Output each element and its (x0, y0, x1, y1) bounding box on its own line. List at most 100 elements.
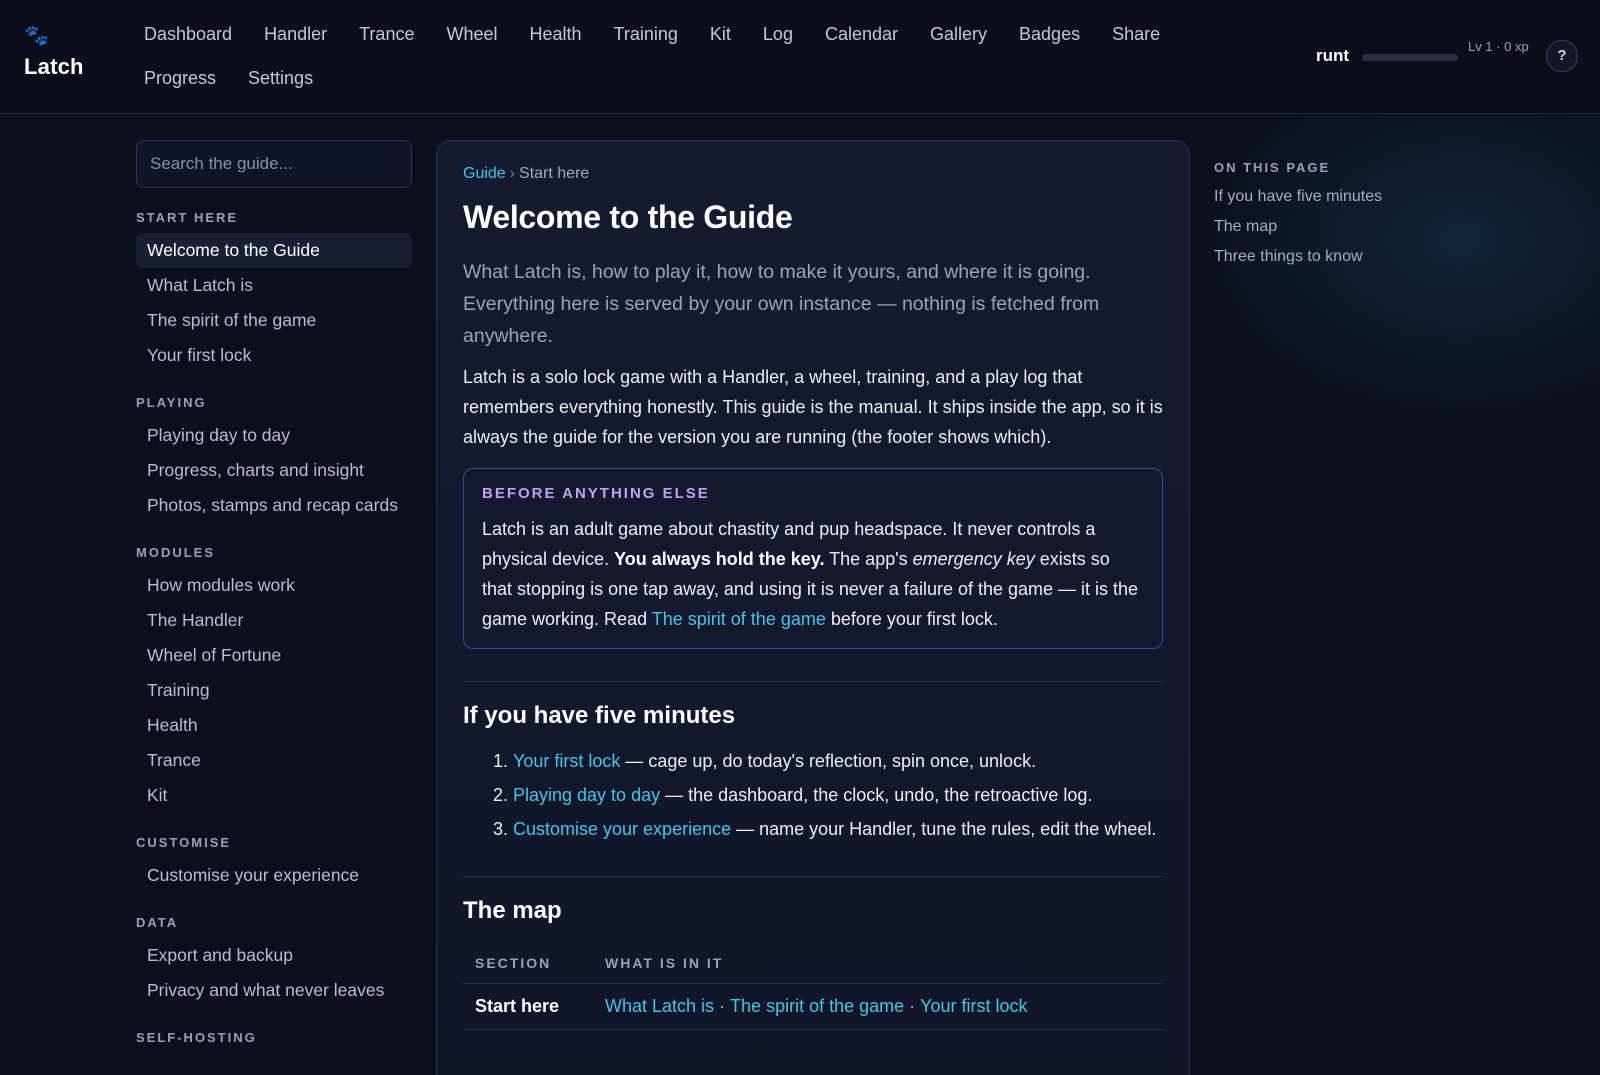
guide-sidebar: START HERE Welcome to the GuideWhat Latch… (136, 140, 412, 1053)
step-link[interactable]: Your first lock (513, 751, 620, 771)
sidebar-item[interactable]: Privacy and what never leaves (136, 973, 412, 1008)
table-row: Start here What Latch is · The spirit of t… (463, 983, 1163, 1030)
sidebar-group: START HERE Welcome to the Guide What Latch… (136, 210, 412, 373)
callout-spirit-link[interactable]: The spirit of the game (652, 609, 826, 629)
brand-name: Latch (24, 54, 84, 79)
step-text: — name your Handler, tune the rules, edi… (731, 819, 1157, 839)
nav-wheel[interactable]: Wheel (430, 14, 513, 54)
toc-item[interactable]: If you have five minutes (1214, 187, 1474, 207)
sidebar-item[interactable]: The spirit of the game (136, 303, 412, 338)
callout-italic: emergency key (912, 549, 1035, 569)
sidebar-item[interactable]: Kit (136, 778, 412, 813)
sidebar-group: MODULES How modules work The Handler Wheel … (136, 545, 412, 813)
sidebar-item[interactable]: Welcome to the Guide (136, 233, 412, 268)
sidebar-item[interactable]: Trance (136, 743, 412, 778)
callout-part: before your first lock. (825, 609, 998, 629)
sidebar-group-title: MODULES (136, 545, 215, 560)
nav-dashboard[interactable]: Dashboard (128, 14, 248, 54)
list-item: Playing day to day — the dashboard, the … (513, 780, 1163, 810)
brand[interactable]: 🐾 Latch (24, 26, 124, 80)
sidebar-group-title: DATA (136, 915, 179, 930)
sidebar-item[interactable]: What Latch is (136, 268, 412, 303)
sidebar-group-title: PLAYING (136, 395, 207, 410)
five-minutes-heading: If you have five minutes (463, 702, 736, 729)
step-link[interactable]: Playing day to day (513, 785, 660, 805)
five-minutes-steps: Your first lock — cage up, do today's re… (463, 746, 1163, 844)
user-status[interactable]: runt Lv 1 · 0 xp (1316, 36, 1546, 80)
callout-part: The app's (824, 549, 913, 569)
sidebar-item[interactable]: Playing day to day (136, 418, 412, 453)
sidebar-group-title: START HERE (136, 210, 239, 225)
map-section-cell: Start here (463, 983, 593, 1030)
page-lede: What Latch is, how to play it, how to ma… (463, 261, 1100, 347)
nav-health[interactable]: Health (514, 14, 598, 54)
sidebar-group: CUSTOMISE Customise your experience (136, 835, 412, 893)
on-this-page: ON THIS PAGE If you have five minutes Th… (1214, 160, 1474, 267)
sidebar-item[interactable]: Customise your experience (136, 858, 412, 893)
map-table: SECTION WHAT IS IN IT Start here What La… (463, 943, 1163, 1030)
paw-icon: 🐾 (24, 25, 49, 47)
toc-item[interactable]: The map (1214, 217, 1474, 237)
list-item: Your first lock — cage up, do today's re… (513, 746, 1163, 776)
sidebar-item[interactable]: Wheel of Fortune (136, 638, 412, 673)
sidebar-item[interactable]: Training (136, 673, 412, 708)
nav-trance[interactable]: Trance (343, 14, 430, 54)
nav-progress[interactable]: Progress (128, 58, 232, 98)
map-link[interactable]: The spirit of the game (730, 996, 904, 1016)
sidebar-group-title: CUSTOMISE (136, 835, 232, 850)
nav-calendar[interactable]: Calendar (809, 14, 914, 54)
sidebar-group: DATA Export and backup Privacy and what ne… (136, 915, 412, 1008)
step-text: — the dashboard, the clock, undo, the re… (660, 785, 1093, 805)
nav-training[interactable]: Training (598, 14, 694, 54)
map-link[interactable]: Your first lock (920, 996, 1027, 1016)
safety-callout: BEFORE ANYTHING ELSE Latch is an adult g… (463, 468, 1163, 649)
column-header: WHAT IS IN IT (593, 943, 1163, 984)
step-link[interactable]: Customise your experience (513, 819, 731, 839)
callout-text: Latch is an adult game about chastity an… (482, 514, 1144, 634)
list-item: Customise your experience — name your Ha… (513, 814, 1163, 844)
nav-kit[interactable]: Kit (694, 14, 747, 54)
sidebar-item[interactable]: The Handler (136, 603, 412, 638)
breadcrumb-separator: › (509, 165, 516, 182)
map-link[interactable]: What Latch is (605, 996, 714, 1016)
column-header: SECTION (463, 943, 593, 984)
help-button[interactable]: ? (1546, 40, 1578, 72)
sidebar-group: PLAYING Playing day to day Progress, chart… (136, 395, 412, 523)
sidebar-item[interactable]: Your first lock (136, 338, 412, 373)
nav-log[interactable]: Log (747, 14, 809, 54)
level-xp-text: Lv 1 · 0 xp (1468, 39, 1529, 54)
sidebar-groups: START HERE Welcome to the Guide What Latch… (136, 210, 412, 1045)
page-intro: Latch is a solo lock game with a Handler… (463, 367, 1163, 447)
user-name: runt (1316, 46, 1350, 65)
callout-title: BEFORE ANYTHING ELSE (482, 485, 710, 502)
sidebar-group: SELF-HOSTING (136, 1030, 412, 1045)
top-bar: 🐾 Latch Dashboard Handler Trance Wheel H… (0, 0, 1600, 114)
sidebar-item[interactable]: Progress, charts and insight (136, 453, 412, 488)
breadcrumb-guide-link[interactable]: Guide (463, 165, 506, 182)
breadcrumb: Guide › Start here (463, 165, 1163, 183)
toc-title: ON THIS PAGE (1214, 160, 1331, 175)
map-heading: The map (463, 897, 562, 924)
main-nav: Dashboard Handler Trance Wheel Health Tr… (128, 14, 1238, 98)
nav-handler[interactable]: Handler (248, 14, 343, 54)
link-separator: · (909, 996, 916, 1016)
sidebar-item[interactable]: Export and backup (136, 938, 412, 973)
nav-gallery[interactable]: Gallery (914, 14, 1003, 54)
guide-article: Guide › Start here Welcome to the Guide Wh… (436, 140, 1190, 1075)
nav-settings[interactable]: Settings (232, 58, 329, 98)
section-divider (463, 681, 1163, 682)
table-header-row: SECTION WHAT IS IN IT (463, 943, 1163, 984)
callout-bold: You always hold the key. (614, 549, 825, 569)
nav-badges[interactable]: Badges (1003, 14, 1096, 54)
toc-item[interactable]: Three things to know (1214, 247, 1474, 267)
sidebar-group-title: SELF-HOSTING (136, 1030, 257, 1045)
step-text: — cage up, do today's reflection, spin o… (620, 751, 1037, 771)
guide-search-input[interactable] (136, 140, 412, 188)
map-links-cell: What Latch is · The spirit of the game · You… (593, 983, 1163, 1030)
sidebar-item[interactable]: Health (136, 708, 412, 743)
section-divider (463, 876, 1163, 877)
link-separator: · (719, 996, 726, 1016)
sidebar-item[interactable]: How modules work (136, 568, 412, 603)
nav-share[interactable]: Share (1096, 14, 1176, 54)
sidebar-item[interactable]: Photos, stamps and recap cards (136, 488, 412, 523)
